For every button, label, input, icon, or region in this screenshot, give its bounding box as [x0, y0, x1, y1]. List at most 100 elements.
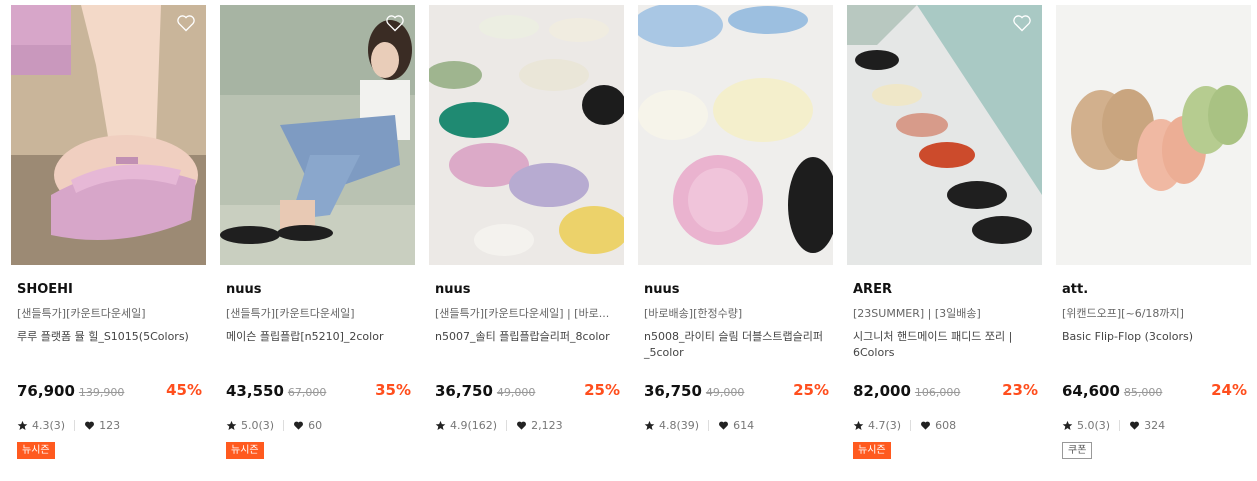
price-row: 82,000 106,000 23% [853, 381, 1038, 401]
discount-rate: 45% [166, 381, 202, 399]
coupon-badge: 쿠폰 [1062, 442, 1093, 459]
like-count: 60 [308, 418, 323, 432]
rating-value: 4.8(39) [659, 418, 700, 432]
review-meta: 4.3(3) 123 [17, 417, 120, 433]
brand-name[interactable]: nuus [429, 282, 624, 298]
promo-tags: [위캔드오프][~6/18까지] [1062, 307, 1184, 320]
sale-price: 76,900 [17, 382, 75, 400]
like-count: 2,123 [531, 418, 563, 432]
wishlist-heart-icon[interactable] [385, 13, 405, 33]
wishlist-heart-icon[interactable] [176, 13, 196, 33]
product-name[interactable]: n5007_솔티 플립플랍슬리퍼_8color [429, 329, 617, 363]
review-meta: 5.0(3) 324 [1062, 417, 1165, 433]
promo-tags: [샌들특가][카운트다운세일] [226, 307, 355, 320]
brand-name[interactable]: SHOEHI [11, 282, 206, 298]
product-card[interactable]: ARER [23SUMMER] | [3일배송] 시그니처 핸드메이드 패디드 … [847, 5, 1042, 459]
divider [910, 419, 912, 431]
star-icon [853, 420, 864, 430]
star-icon [435, 420, 446, 430]
rating-value: 5.0(3) [241, 418, 275, 432]
rating-value: 4.3(3) [32, 418, 66, 432]
promo-tags: [샌들특가][카운트다운세일] | [바로... [435, 307, 610, 320]
product-grid: SHOEHI [샌들특가][카운트다운세일] 루루 플랫폼 뮬 힐_S1015(… [0, 0, 1257, 481]
price-row: 76,900 139,900 45% [17, 381, 202, 401]
price-row: 64,600 85,000 24% [1062, 381, 1247, 401]
product-name[interactable]: 루루 플랫폼 뮬 힐_S1015(5Colors) [11, 329, 199, 363]
divider [1119, 419, 1121, 431]
product-image[interactable] [429, 5, 624, 265]
review-meta: 4.7(3) 608 [853, 417, 956, 433]
discount-rate: 24% [1211, 381, 1247, 399]
brand-name[interactable]: nuus [220, 282, 415, 298]
star-icon [1062, 420, 1073, 430]
product-name[interactable]: 메이슨 플립플랍[n5210]_2color [220, 329, 408, 363]
product-photo-platform-slide [11, 5, 206, 265]
heart-filled-icon [719, 421, 729, 430]
price-row: 36,750 49,000 25% [435, 381, 620, 401]
product-image[interactable] [847, 5, 1042, 265]
discount-rate: 23% [1002, 381, 1038, 399]
original-price: 106,000 [914, 386, 961, 399]
original-price: 67,000 [287, 386, 327, 399]
brand-name[interactable]: att. [1056, 282, 1251, 298]
star-icon [226, 420, 237, 430]
brand-name[interactable]: nuus [638, 282, 833, 298]
review-meta: 4.9(162) 2,123 [435, 417, 563, 433]
sale-price: 64,600 [1062, 382, 1120, 400]
rating-value: 5.0(3) [1077, 418, 1111, 432]
star-icon [17, 420, 28, 430]
heart-filled-icon [85, 421, 95, 430]
product-photo-padded-flipflops [847, 5, 1042, 265]
rating-value: 4.9(162) [450, 418, 498, 432]
heart-filled-icon [921, 421, 931, 430]
heart-filled-icon [1130, 421, 1140, 430]
product-name[interactable]: 시그니처 핸드메이드 패디드 쪼리 | 6Colors [847, 329, 1035, 363]
original-price: 49,000 [496, 386, 536, 399]
price-row: 36,750 49,000 25% [644, 381, 829, 401]
brand-name[interactable]: ARER [847, 282, 1042, 298]
discount-rate: 35% [375, 381, 411, 399]
product-image[interactable] [638, 5, 833, 265]
like-count: 608 [935, 418, 957, 432]
original-price: 139,900 [78, 386, 125, 399]
product-image[interactable] [11, 5, 206, 265]
product-image[interactable] [220, 5, 415, 265]
like-count: 324 [1144, 418, 1166, 432]
product-photo-flipflop-colors [429, 5, 624, 265]
sale-price: 36,750 [435, 382, 493, 400]
wishlist-heart-icon[interactable] [1012, 13, 1032, 33]
review-meta: 4.8(39) 614 [644, 417, 754, 433]
original-price: 49,000 [705, 386, 745, 399]
sale-price: 82,000 [853, 382, 911, 400]
product-card[interactable]: nuus [샌들특가][카운트다운세일] | [바로... n5007_솔티 플… [429, 5, 624, 432]
star-icon [644, 420, 655, 430]
product-image[interactable] [1056, 5, 1251, 265]
original-price: 85,000 [1123, 386, 1163, 399]
product-photo-model-flipflop [220, 5, 415, 265]
heart-filled-icon [517, 421, 527, 430]
product-card[interactable]: att. [위캔드오프][~6/18까지] Basic Flip-Flop (3… [1056, 5, 1251, 459]
like-count: 123 [99, 418, 121, 432]
rating-value: 4.7(3) [868, 418, 902, 432]
divider [74, 419, 76, 431]
sale-price: 36,750 [644, 382, 702, 400]
new-season-badge: 뉴시즌 [17, 442, 55, 459]
review-meta: 5.0(3) 60 [226, 417, 322, 433]
product-photo-double-strap [638, 5, 833, 265]
divider [283, 419, 285, 431]
product-photo-basic-flipflops [1056, 5, 1251, 265]
discount-rate: 25% [584, 381, 620, 399]
product-name[interactable]: n5008_라이티 슬림 더블스트랩슬리퍼_5color [638, 329, 826, 363]
divider [708, 419, 710, 431]
product-card[interactable]: nuus [바로배송][한정수량] n5008_라이티 슬림 더블스트랩슬리퍼_… [638, 5, 833, 432]
promo-tags: [바로배송][한정수량] [644, 307, 743, 320]
promo-tags: [샌들특가][카운트다운세일] [17, 307, 146, 320]
product-card[interactable]: nuus [샌들특가][카운트다운세일] 메이슨 플립플랍[n5210]_2co… [220, 5, 415, 459]
discount-rate: 25% [793, 381, 829, 399]
promo-tags: [23SUMMER] | [3일배송] [853, 307, 981, 320]
product-name[interactable]: Basic Flip-Flop (3colors) [1056, 329, 1244, 363]
product-card[interactable]: SHOEHI [샌들특가][카운트다운세일] 루루 플랫폼 뮬 힐_S1015(… [11, 5, 206, 459]
like-count: 614 [733, 418, 755, 432]
new-season-badge: 뉴시즌 [853, 442, 891, 459]
divider [506, 419, 508, 431]
